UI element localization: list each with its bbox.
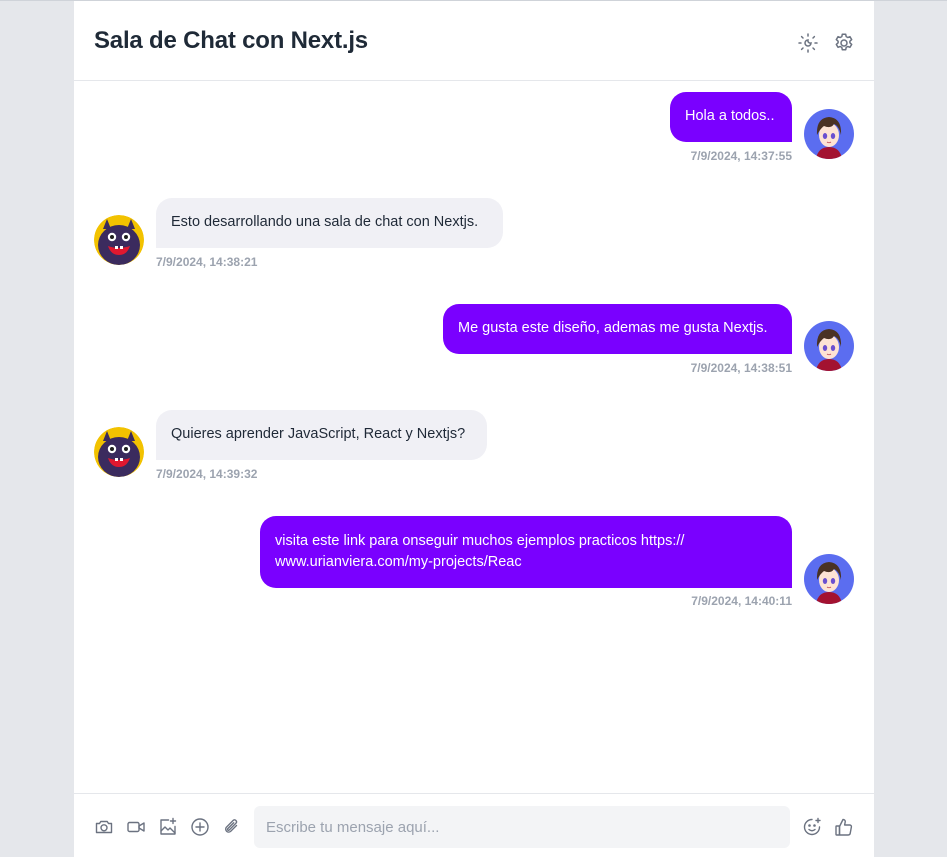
- message-bubble-outgoing: Hola a todos..: [670, 92, 792, 142]
- message-text: Hola a todos..: [685, 108, 775, 124]
- message-bubble-outgoing: visita este link para onseguir muchos ej…: [260, 516, 792, 588]
- user-avatar: [804, 321, 854, 371]
- sun-moon-icon[interactable]: [796, 31, 820, 55]
- thumbs-up-icon[interactable]: [834, 817, 854, 837]
- anime-avatar-icon: [804, 321, 854, 371]
- video-icon[interactable]: [126, 817, 146, 837]
- message-input[interactable]: [254, 806, 790, 848]
- monster-avatar-icon: [94, 215, 144, 265]
- message-bubble-incoming: Quieres aprender JavaScript, React y Nex…: [156, 410, 487, 460]
- message-text: Esto desarrollando una sala de chat con …: [171, 214, 479, 230]
- paperclip-icon[interactable]: [222, 817, 242, 837]
- contact-avatar: [94, 427, 144, 477]
- gear-icon[interactable]: [832, 31, 856, 55]
- emoji-icon[interactable]: [802, 817, 822, 837]
- image-add-icon[interactable]: [158, 817, 178, 837]
- message-text: Quieres aprender JavaScript, React y Nex…: [171, 426, 466, 442]
- contact-avatar: [94, 215, 144, 265]
- message-text: Me gusta este diseño, ademas me gusta Ne…: [458, 320, 768, 336]
- plus-circle-icon[interactable]: [190, 817, 210, 837]
- monster-avatar-icon: [94, 427, 144, 477]
- user-avatar: [804, 109, 854, 159]
- page-title: Sala de Chat con Next.js: [94, 27, 368, 54]
- anime-avatar-icon: [804, 554, 854, 604]
- message-bubble-outgoing: Me gusta este diseño, ademas me gusta Ne…: [443, 304, 792, 354]
- message-list: Hola a todos.. 7/9/2024, 14:37:55 Esto d…: [74, 81, 874, 793]
- user-avatar: [804, 554, 854, 604]
- camera-icon[interactable]: [94, 817, 114, 837]
- message-timestamp: 7/9/2024, 14:37:55: [690, 149, 792, 163]
- anime-avatar-icon: [804, 109, 854, 159]
- message-text: visita este link para onseguir muchos ej…: [275, 533, 685, 570]
- message-timestamp: 7/9/2024, 14:38:21: [156, 255, 258, 269]
- message-bubble-incoming: Esto desarrollando una sala de chat con …: [156, 198, 503, 248]
- message-timestamp: 7/9/2024, 14:39:32: [156, 467, 258, 481]
- chat-header: Sala de Chat con Next.js: [74, 1, 874, 81]
- message-timestamp: 7/9/2024, 14:40:11: [691, 594, 792, 608]
- message-composer: [74, 793, 874, 857]
- chat-app: Sala de Chat con Next.js Hola a todos.. …: [74, 1, 874, 857]
- message-timestamp: 7/9/2024, 14:38:51: [690, 361, 792, 375]
